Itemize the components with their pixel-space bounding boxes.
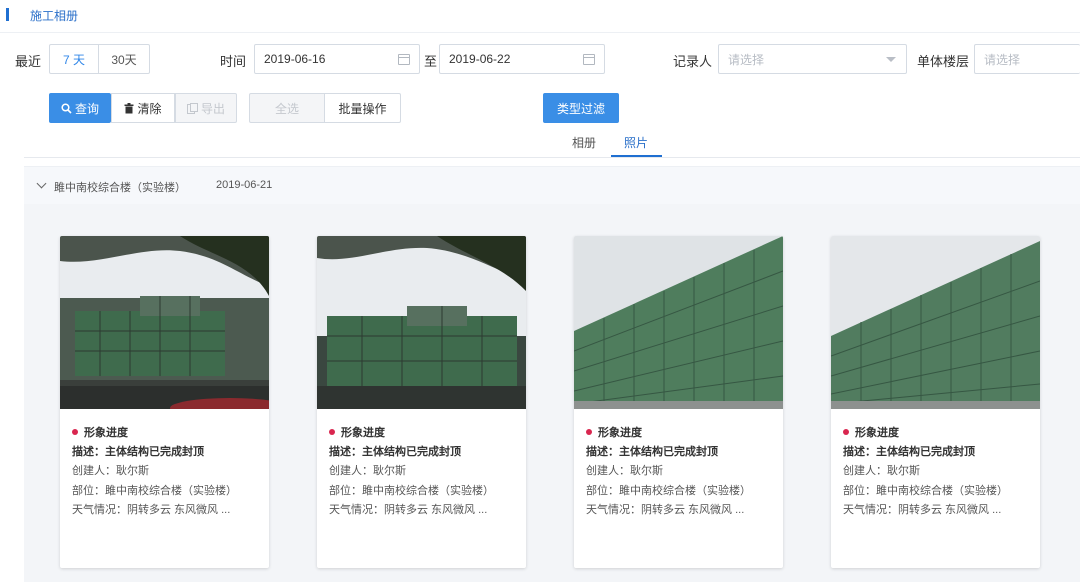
photo-group-header[interactable]: 雎中南校综合楼（实验楼） 2019-06-21: [24, 166, 1080, 204]
photo-card[interactable]: 形象进度 描述：主体结构已完成封顶 创建人：耿尔斯 部位：雎中南校综合楼（实验楼…: [831, 236, 1040, 568]
recorder-select[interactable]: 请选择: [718, 44, 907, 74]
title-accent-bar: [6, 8, 9, 21]
photo-location: 部位：雎中南校综合楼（实验楼）: [843, 485, 1008, 497]
clear-button[interactable]: 清除: [111, 93, 175, 123]
select-all-button[interactable]: 全选: [249, 93, 325, 123]
photo-location: 部位：雎中南校综合楼（实验楼）: [586, 485, 751, 497]
group-date: 2019-06-21: [216, 179, 273, 191]
floor-placeholder: 请选择: [984, 52, 1021, 67]
tag-dot-icon: [329, 429, 335, 435]
progress-tag: 形象进度: [586, 424, 642, 440]
floor-select[interactable]: 请选择: [974, 44, 1080, 74]
photo-weather: 天气情况：阴转多云 东风微风 ...: [586, 504, 745, 516]
photo-description: 描述：主体结构已完成封顶: [586, 446, 718, 458]
header-divider: [0, 32, 1080, 33]
photo-location: 部位：雎中南校综合楼（实验楼）: [72, 485, 237, 497]
clear-button-label: 清除: [137, 101, 162, 116]
progress-tag-label: 形象进度: [855, 427, 899, 439]
tab-photos[interactable]: 照片: [624, 134, 648, 151]
photo-weather: 天气情况：阴转多云 东风微风 ...: [329, 504, 488, 516]
photo-description: 描述：主体结构已完成封顶: [843, 446, 975, 458]
chevron-down-icon: [886, 57, 896, 62]
end-date-value: 2019-06-22: [449, 52, 511, 66]
building-photo[interactable]: [60, 236, 269, 409]
photo-creator: 创建人：耿尔斯: [843, 465, 920, 477]
progress-tag-label: 形象进度: [341, 427, 385, 439]
time-label: 时间: [220, 54, 247, 69]
start-date-value: 2019-06-16: [264, 52, 326, 66]
export-button-label: 导出: [200, 101, 225, 116]
trash-icon: [124, 102, 134, 114]
progress-tag: 形象进度: [843, 424, 899, 440]
page-header: 施工相册: [0, 0, 1080, 30]
end-date-input[interactable]: 2019-06-22: [439, 44, 605, 74]
calendar-icon: [398, 54, 410, 65]
photo-card[interactable]: 形象进度 描述：主体结构已完成封顶 创建人：耿尔斯 部位：雎中南校综合楼（实验楼…: [574, 236, 783, 568]
photo-description: 描述：主体结构已完成封顶: [72, 446, 204, 458]
type-filter-button[interactable]: 类型过滤: [543, 93, 619, 123]
tabs-divider: [24, 157, 1080, 158]
recent-30-days-button[interactable]: 30天: [98, 44, 150, 74]
export-icon: [186, 102, 198, 114]
query-button[interactable]: 查询: [49, 93, 111, 123]
building-photo[interactable]: [317, 236, 526, 409]
calendar-icon: [583, 54, 595, 65]
photo-location: 部位：雎中南校综合楼（实验楼）: [329, 485, 494, 497]
export-button[interactable]: 导出: [175, 93, 237, 123]
photo-card[interactable]: 形象进度 描述：主体结构已完成封顶 创建人：耿尔斯 部位：雎中南校综合楼（实验楼…: [60, 236, 269, 568]
tag-dot-icon: [72, 429, 78, 435]
tag-dot-icon: [843, 429, 849, 435]
group-title: 雎中南校综合楼（实验楼）: [54, 182, 186, 194]
recent-label: 最近: [15, 54, 42, 69]
progress-tag-label: 形象进度: [84, 427, 128, 439]
page-title: 施工相册: [30, 9, 79, 23]
search-icon: [61, 102, 72, 114]
recorder-placeholder: 请选择: [728, 52, 765, 67]
chevron-down-icon: [36, 178, 47, 189]
tab-album[interactable]: 相册: [572, 134, 596, 151]
photo-description: 描述：主体结构已完成封顶: [329, 446, 461, 458]
progress-tag-label: 形象进度: [598, 427, 642, 439]
query-button-label: 查询: [74, 101, 99, 116]
floor-label: 单体楼层: [917, 54, 970, 69]
photo-weather: 天气情况：阴转多云 东风微风 ...: [72, 504, 231, 516]
date-range-separator: 至: [424, 54, 438, 69]
progress-tag: 形象进度: [329, 424, 385, 440]
start-date-input[interactable]: 2019-06-16: [254, 44, 420, 74]
tag-dot-icon: [586, 429, 592, 435]
photo-card[interactable]: 形象进度 描述：主体结构已完成封顶 创建人：耿尔斯 部位：雎中南校综合楼（实验楼…: [317, 236, 526, 568]
batch-operation-button[interactable]: 批量操作: [324, 93, 401, 123]
building-photo[interactable]: [831, 236, 1040, 409]
photo-creator: 创建人：耿尔斯: [586, 465, 663, 477]
recent-7-days-button[interactable]: 7 天: [49, 44, 99, 74]
photo-creator: 创建人：耿尔斯: [329, 465, 406, 477]
photo-creator: 创建人：耿尔斯: [72, 465, 149, 477]
building-photo[interactable]: [574, 236, 783, 409]
photo-weather: 天气情况：阴转多云 东风微风 ...: [843, 504, 1002, 516]
progress-tag: 形象进度: [72, 424, 128, 440]
recorder-label: 记录人: [673, 54, 713, 69]
